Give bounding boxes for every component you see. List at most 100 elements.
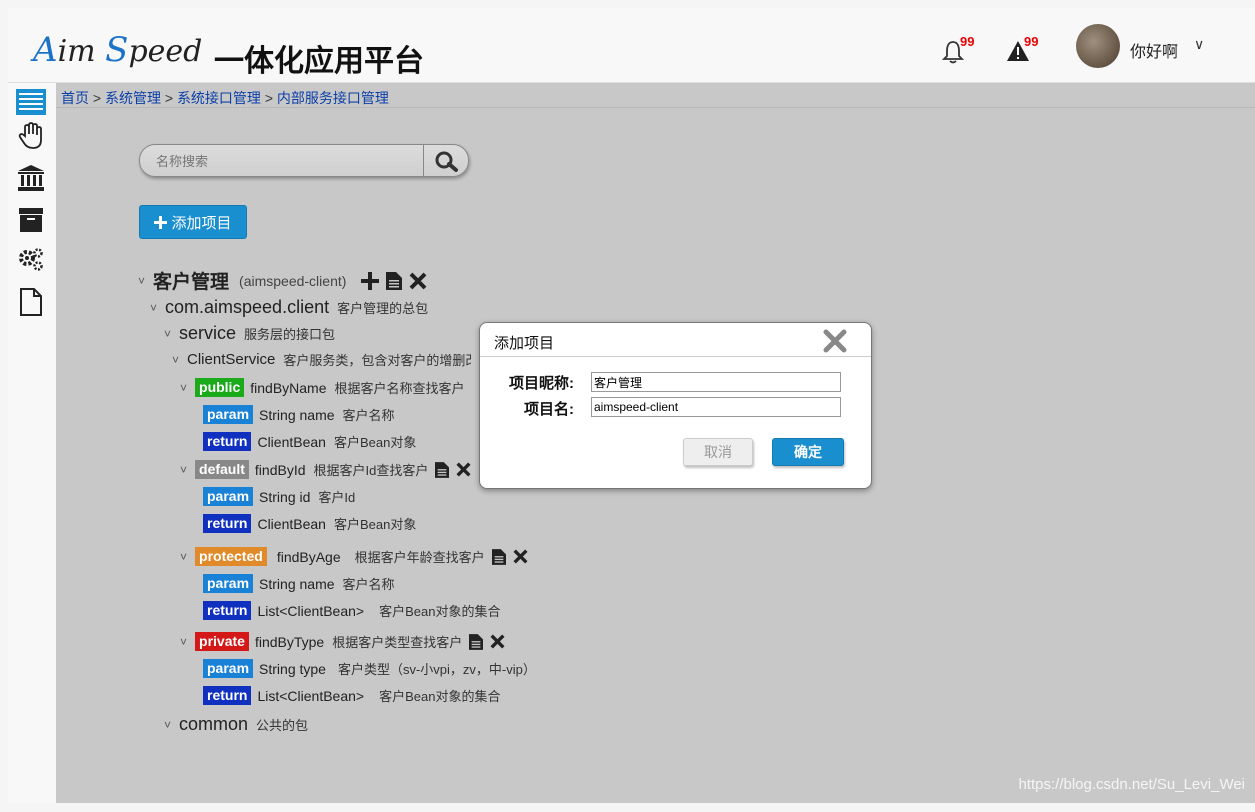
return-badge: return: [203, 432, 252, 451]
tree-node-return: return ClientBean 客户Bean对象: [203, 432, 416, 451]
divider: [56, 107, 1255, 108]
sidebar-item-file[interactable]: [16, 287, 46, 317]
sidebar-item-settings[interactable]: [16, 245, 46, 275]
return-badge: return: [203, 514, 252, 533]
list-menu-icon: [16, 89, 46, 115]
return-badge: return: [203, 601, 252, 620]
document-icon[interactable]: [435, 461, 450, 478]
nickname-input[interactable]: [591, 372, 841, 392]
tree-node-return: return List<ClientBean> 客户Bean对象的集合: [203, 686, 500, 705]
param-badge: param: [203, 659, 254, 678]
add-project-dialog: 添加项目 项目昵称: 项目名: 取消 确定: [479, 322, 872, 489]
search-icon: [435, 151, 458, 172]
expand-toggle[interactable]: ˅: [180, 635, 187, 649]
expand-toggle[interactable]: ˅: [172, 353, 179, 367]
param-desc: 客户名称: [342, 408, 395, 423]
delete-icon[interactable]: [513, 549, 528, 564]
method-name[interactable]: findByType: [255, 634, 324, 650]
user-menu-chevron-down-icon[interactable]: ∨: [1194, 36, 1204, 53]
param-badge: param: [203, 487, 254, 506]
breadcrumb: 首页 > 系统管理 > 系统接口管理 > 内部服务接口管理: [61, 90, 389, 106]
class-name[interactable]: ClientService: [187, 351, 275, 368]
method-name[interactable]: findByName: [250, 380, 326, 396]
sidebar-item-archive[interactable]: [16, 205, 46, 235]
modifier-badge: protected: [195, 547, 267, 566]
document-icon[interactable]: [386, 271, 403, 290]
return-type[interactable]: List<ClientBean>: [257, 603, 364, 619]
search-button[interactable]: [423, 145, 468, 176]
return-badge: return: [203, 686, 252, 705]
return-type[interactable]: ClientBean: [257, 434, 326, 450]
breadcrumb-internal-api[interactable]: 内部服务接口管理: [277, 90, 389, 106]
expand-toggle[interactable]: ˅: [180, 381, 187, 395]
sidebar-item-hand[interactable]: [16, 121, 46, 151]
breadcrumb-home[interactable]: 首页: [61, 90, 89, 106]
param-badge: param: [203, 405, 254, 424]
modifier-badge: default: [195, 460, 249, 479]
alert-warning[interactable]: 99: [1006, 34, 1038, 67]
param-type[interactable]: String name: [259, 576, 334, 592]
tree-node-class: ˅ ClientService 客户服务类，包含对客户的增删改: [172, 350, 471, 369]
return-type[interactable]: List<ClientBean>: [257, 688, 364, 704]
method-name[interactable]: findById: [255, 462, 306, 478]
notification-bell[interactable]: 99: [941, 34, 974, 69]
tree-node-param: param String id 客户Id: [203, 487, 355, 506]
tree-node-method: ˅ default findById 根据客户Id查找客户: [180, 460, 471, 479]
dialog-title: 添加项目: [494, 335, 555, 352]
package-name[interactable]: com.aimspeed.client: [165, 297, 329, 318]
avatar[interactable]: [1076, 24, 1120, 68]
expand-toggle[interactable]: ˅: [180, 550, 187, 564]
return-desc: 客户Bean对象的集合: [379, 689, 501, 704]
sidebar: [8, 83, 56, 803]
method-desc: 根据客户类型查找客户: [332, 635, 463, 650]
expand-toggle[interactable]: ˅: [180, 463, 187, 477]
brand-logo[interactable]: Aim Speed: [33, 30, 202, 70]
return-desc: 客户Bean对象: [333, 435, 417, 450]
file-icon: [20, 288, 42, 316]
class-desc: 客户服务类，包含对客户的增删改: [283, 353, 472, 368]
cancel-button[interactable]: 取消: [683, 438, 753, 466]
sidebar-item-institution[interactable]: [16, 163, 46, 193]
hand-icon: [18, 122, 42, 149]
username[interactable]: 你好啊: [1130, 38, 1178, 62]
add-icon[interactable]: [361, 271, 380, 290]
expand-toggle[interactable]: ˅: [164, 327, 171, 341]
delete-icon[interactable]: [490, 634, 505, 649]
return-type[interactable]: ClientBean: [257, 516, 326, 532]
param-type[interactable]: String type: [259, 661, 326, 677]
expand-toggle[interactable]: ˅: [138, 274, 145, 288]
tree-node-param: param String name 客户名称: [203, 574, 395, 593]
expand-toggle[interactable]: ˅: [150, 301, 157, 315]
name-input[interactable]: [591, 397, 841, 417]
tree-node-return: return ClientBean 客户Bean对象: [203, 514, 416, 533]
breadcrumb-system[interactable]: 系统管理: [105, 90, 161, 106]
bell-badge: 99: [960, 34, 975, 49]
tree-node-param: param String name 客户名称: [203, 405, 395, 424]
tree-node-service: ˅ service 服务层的接口包: [164, 323, 335, 344]
document-icon[interactable]: [491, 548, 506, 565]
param-badge: param: [203, 574, 254, 593]
nickname-label: 项目昵称:: [509, 375, 574, 392]
service-pkg-name[interactable]: service: [179, 323, 236, 344]
sidebar-item-menu[interactable]: [16, 87, 46, 117]
confirm-button[interactable]: 确定: [772, 438, 844, 466]
modifier-badge: public: [195, 378, 245, 397]
watermark: https://blog.csdn.net/Su_Levi_Wei: [1018, 776, 1245, 793]
param-type[interactable]: String name: [259, 407, 334, 423]
project-name[interactable]: 客户管理: [153, 267, 229, 294]
method-name[interactable]: findByAge: [277, 549, 341, 565]
delete-icon[interactable]: [409, 272, 427, 290]
search-input[interactable]: [154, 150, 418, 172]
param-desc: 客户Id: [318, 490, 356, 505]
expand-toggle[interactable]: ˅: [164, 718, 171, 732]
add-project-button[interactable]: 添加项目: [139, 205, 247, 239]
document-icon[interactable]: [469, 633, 484, 650]
param-desc: 客户名称: [342, 577, 395, 592]
param-type[interactable]: String id: [259, 489, 310, 505]
delete-icon[interactable]: [456, 462, 471, 477]
close-icon[interactable]: [823, 329, 847, 353]
breadcrumb-system-api[interactable]: 系统接口管理: [177, 90, 261, 106]
tree-node-method: ˅ public findByName 根据客户名称查找客户: [180, 378, 465, 397]
common-pkg-name[interactable]: common: [179, 714, 248, 735]
tree-node-package: ˅ com.aimspeed.client 客户管理的总包: [150, 297, 428, 318]
